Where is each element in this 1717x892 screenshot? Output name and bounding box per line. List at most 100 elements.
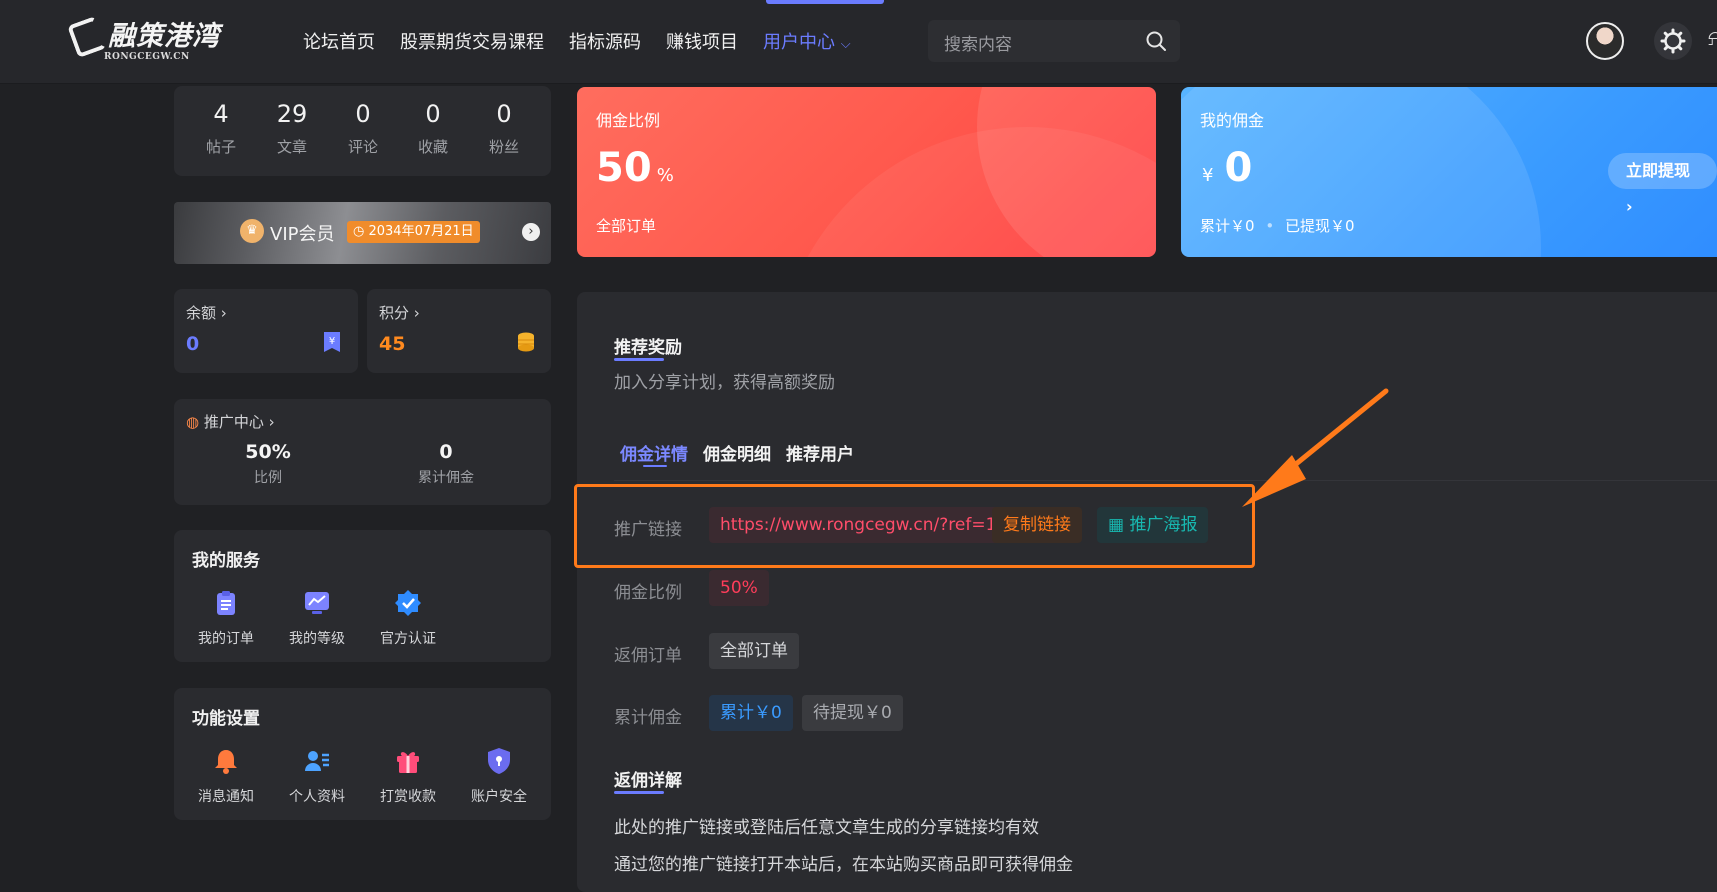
withdrawn-commission: 已提现￥0: [1284, 217, 1355, 235]
fn-label: 打赏收款: [380, 789, 436, 805]
tab-commission-detail[interactable]: 佣金详情: [620, 440, 688, 465]
commission-ratio-value: 50: [596, 145, 652, 191]
commission-ratio-card: 佣金比例 50 % 全部订单: [577, 87, 1156, 257]
points-card[interactable]: 积分 › 45: [367, 289, 551, 373]
vip-label: VIP会员: [270, 224, 335, 245]
my-commission-value-row: ¥ 0: [1202, 145, 1252, 191]
tab-commission-records[interactable]: 佣金明细: [703, 440, 771, 465]
logo-text: 融策港湾: [108, 21, 220, 52]
commission-ratio-label: 佣金比例: [596, 111, 661, 130]
my-services-card: 我的服务 我的订单 我的等级 官方认证: [174, 530, 551, 662]
nav-item-money-projects[interactable]: 赚钱项目: [666, 28, 738, 54]
service-label: 我的等级: [289, 631, 345, 647]
bell-icon: [215, 750, 237, 774]
tab-referred-users[interactable]: 推荐用户: [786, 440, 854, 465]
nav-item-user-center[interactable]: 用户中心 ⌵: [763, 28, 851, 54]
referral-subtitle: 加入分享计划，获得高额奖励: [614, 373, 835, 393]
nav-item-trading-courses[interactable]: 股票期货交易课程: [400, 28, 544, 54]
chevron-right-icon: ›: [1626, 197, 1633, 216]
functions-title: 功能设置: [192, 709, 260, 729]
promo-title-label: 推广中心: [203, 413, 264, 431]
promo-ratio-value: 50%: [245, 441, 291, 463]
details-line-2: 通过您的推广链接打开本站后，在本站购买商品即可获得佣金: [614, 855, 1073, 875]
stat-value: 0: [425, 100, 441, 128]
settings-button[interactable]: [1654, 22, 1692, 60]
search-icon[interactable]: [1145, 30, 1167, 52]
clock-icon: ◷: [353, 224, 365, 239]
fn-tipping[interactable]: 打赏收款: [368, 746, 448, 806]
site-logo[interactable]: 融策港湾: [67, 15, 220, 59]
chevron-right-icon: ›: [268, 413, 275, 431]
stat-posts[interactable]: 4 帖子: [191, 100, 251, 157]
annotation-arrow-icon: [1242, 388, 1389, 507]
nav-item-indicator-source[interactable]: 指标源码: [569, 28, 641, 54]
promotion-center-card[interactable]: ◍ 推广中心 › 50% 比例 0 累计佣金: [174, 399, 551, 505]
stat-value: 4: [213, 100, 229, 128]
accum-label: 累计佣金: [614, 708, 682, 728]
service-my-level[interactable]: 我的等级: [277, 588, 357, 648]
notification-bell-icon[interactable]: ⍾: [1708, 26, 1717, 51]
promo-ratio: 50% 比例: [208, 441, 328, 487]
stat-label: 帖子: [205, 138, 236, 156]
stat-comments[interactable]: 0 评论: [333, 100, 393, 157]
title-underline: [614, 358, 664, 361]
chart-monitor-icon: [305, 592, 329, 614]
chevron-right-icon: ›: [220, 304, 227, 322]
moneybag-icon: ◍: [186, 413, 200, 431]
service-official-verify[interactable]: 官方认证: [368, 588, 448, 648]
stat-label: 粉丝: [488, 138, 519, 156]
verified-badge-icon: [395, 590, 421, 616]
stat-articles[interactable]: 29 文章: [262, 100, 322, 157]
annotation-highlight-box: [574, 484, 1255, 568]
fn-profile[interactable]: 个人资料: [277, 746, 357, 806]
vip-expire-date: 2034年07月21日: [368, 224, 474, 239]
stat-value: 29: [276, 100, 308, 128]
balance-title: 余额 ›: [186, 302, 227, 323]
withdraw-label: 立即提现: [1626, 161, 1691, 180]
user-stats-card: 4 帖子 29 文章 0 评论 0 收藏 0 粉丝: [174, 86, 551, 176]
commission-ratio-value-row: 50 %: [596, 145, 674, 191]
stat-favorites[interactable]: 0 收藏: [403, 100, 463, 157]
stat-label: 文章: [276, 138, 307, 156]
balance-card[interactable]: 余额 › 0 ¥: [174, 289, 358, 373]
main-nav: 论坛首页 股票期货交易课程 指标源码 赚钱项目 用户中心 ⌵: [303, 28, 876, 54]
referral-title: 推荐奖励: [614, 338, 682, 358]
stat-label: 评论: [347, 138, 378, 156]
service-label: 官方认证: [380, 631, 436, 647]
promo-total-value: 0: [439, 441, 453, 463]
stat-value: 0: [496, 100, 512, 128]
chevron-right-icon: ›: [413, 304, 420, 322]
search-input[interactable]: 搜索内容: [944, 30, 1012, 55]
user-card-icon: [305, 751, 329, 771]
avatar[interactable]: [1586, 22, 1624, 60]
my-commission-label: 我的佣金: [1200, 111, 1265, 130]
details-line-1: 此处的推广链接或登陆后任意文章生成的分享链接均有效: [614, 818, 1039, 838]
withdraw-button[interactable]: 立即提现 ›: [1608, 153, 1717, 216]
stat-value: 0: [355, 100, 371, 128]
fn-notifications[interactable]: 消息通知: [186, 746, 266, 806]
commission-ratio-sub: 全部订单: [596, 217, 657, 235]
fn-label: 个人资料: [289, 789, 345, 805]
details-title: 返佣详解: [614, 771, 682, 791]
svg-text:¥: ¥: [329, 336, 335, 347]
fn-account-security[interactable]: 账户安全: [459, 746, 539, 806]
chevron-down-icon: ⌵: [840, 37, 851, 52]
chevron-right-icon[interactable]: ›: [522, 223, 540, 241]
fn-label: 消息通知: [198, 789, 254, 805]
ratio-label: 佣金比例: [614, 583, 682, 603]
details-underline: [614, 791, 664, 794]
my-commission-value: 0: [1224, 145, 1253, 191]
promo-ratio-label: 比例: [254, 470, 282, 486]
promo-title: ◍ 推广中心 ›: [186, 411, 275, 432]
currency-symbol: ¥: [1202, 165, 1214, 186]
logo-mark-icon: [67, 15, 107, 59]
nav-item-forum-home[interactable]: 论坛首页: [303, 28, 375, 54]
vip-expire-badge: ◷ 2034年07月21日: [347, 221, 480, 243]
crown-icon: ♛: [240, 219, 264, 243]
stat-fans[interactable]: 0 粉丝: [474, 100, 534, 157]
balance-value: 0: [186, 333, 200, 355]
service-my-orders[interactable]: 我的订单: [186, 588, 266, 648]
yuan-ticket-icon: ¥: [324, 332, 340, 352]
points-value: 45: [379, 333, 406, 355]
balance-label: 余额: [186, 304, 217, 322]
